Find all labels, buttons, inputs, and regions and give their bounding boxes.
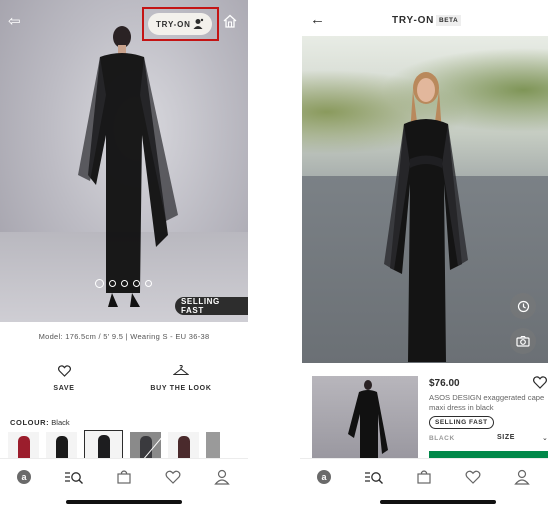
product-description: ASOS DESIGN exaggerated cape maxi dress …: [429, 393, 545, 412]
search-tab-icon[interactable]: [64, 469, 84, 485]
try-on-header: ← TRY-ON BETA: [300, 0, 548, 36]
product-image[interactable]: ⇦ TRY-ON SELLING FAST: [0, 0, 248, 322]
account-tab-icon[interactable]: [214, 469, 230, 485]
home-indicator: [66, 500, 182, 504]
page-title: TRY-ON: [392, 15, 435, 26]
product-thumbnail[interactable]: [312, 376, 418, 458]
saved-tab-icon[interactable]: [465, 469, 481, 485]
highlight-annotation: [142, 7, 219, 41]
selling-fast-badge: SELLING FAST: [175, 297, 248, 315]
back-arrow-icon[interactable]: ←: [310, 11, 325, 28]
search-tab-icon[interactable]: [364, 469, 384, 485]
history-icon: [517, 300, 529, 312]
bag-tab-icon[interactable]: [416, 469, 432, 485]
colour-label: COLOUR:: [10, 418, 50, 427]
back-arrow-icon[interactable]: ⇦: [8, 12, 21, 30]
camera-icon: [516, 335, 530, 347]
colour-value: Black: [51, 418, 70, 427]
buy-the-look-label: BUY THE LOOK: [150, 385, 212, 392]
product-card[interactable]: $76.00 ASOS DESIGN exaggerated cape maxi…: [312, 376, 548, 459]
price: $76.00: [429, 378, 460, 389]
model-figure: [78, 26, 178, 307]
home-icon[interactable]: [223, 14, 237, 28]
try-on-screen: ← TRY-ON BETA $76.00 ASOS DESIGN exagger…: [300, 0, 548, 511]
history-button[interactable]: [510, 293, 536, 319]
carousel-dot[interactable]: [133, 280, 140, 287]
home-indicator: [380, 500, 496, 504]
carousel-dot[interactable]: [95, 279, 104, 288]
colour-value: BLACK: [429, 435, 455, 442]
bag-tab-icon[interactable]: [116, 469, 132, 485]
account-tab-icon[interactable]: [514, 469, 530, 485]
selling-fast-badge: SELLING FAST: [429, 416, 494, 429]
customer-figure: [384, 72, 468, 362]
carousel-indicator: [95, 279, 152, 288]
carousel-dot[interactable]: [145, 280, 152, 287]
hanger-icon: [173, 365, 189, 376]
saved-tab-icon[interactable]: [165, 469, 181, 485]
home-tab-icon[interactable]: a: [16, 469, 32, 485]
thumbnail-figure: [348, 380, 388, 458]
buy-the-look-button[interactable]: BUY THE LOOK: [146, 365, 216, 392]
chevron-down-icon[interactable]: ⌄: [542, 434, 548, 442]
save-label: SAVE: [53, 385, 75, 392]
beta-badge: BETA: [436, 15, 462, 26]
save-button[interactable]: SAVE: [44, 365, 84, 392]
heart-icon: [57, 365, 71, 377]
heart-icon[interactable]: [533, 376, 547, 389]
home-tab-icon[interactable]: a: [316, 469, 332, 485]
model-info: Model: 176.5cm / 5' 9.5 | Wearing S - EU…: [38, 332, 210, 341]
product-screen: ⇦ TRY-ON SELLING FAST Model: 176.5cm / 5…: [0, 0, 248, 511]
camera-button[interactable]: [510, 328, 536, 354]
carousel-dot[interactable]: [109, 280, 116, 287]
carousel-dot[interactable]: [121, 280, 128, 287]
size-selector[interactable]: SIZE: [497, 434, 515, 441]
colour-selection: COLOUR: Black: [10, 418, 70, 427]
try-on-photo[interactable]: [302, 36, 548, 363]
